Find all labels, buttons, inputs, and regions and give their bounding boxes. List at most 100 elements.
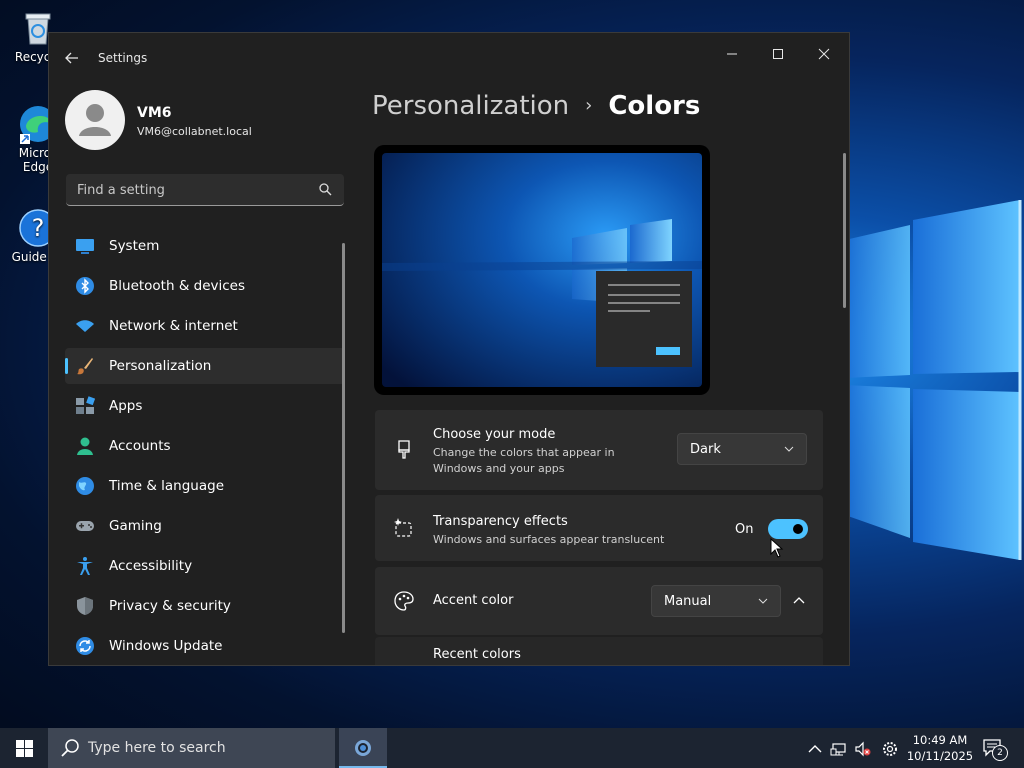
sidebar-item-label: Accessibility [109, 558, 193, 574]
title-bar[interactable]: Settings [49, 33, 849, 83]
sidebar-item-accessibility[interactable]: Accessibility [65, 548, 345, 584]
maximize-icon [773, 49, 783, 59]
sidebar-item-label: Privacy & security [109, 598, 231, 614]
accounts-icon [77, 437, 93, 455]
accent-dropdown-value: Manual [664, 594, 712, 609]
sidebar-item-bluetooth[interactable]: Bluetooth & devices [65, 268, 345, 304]
page-title: Colors [608, 91, 701, 121]
mode-title: Choose your mode [433, 427, 556, 442]
recent-colors-section: Recent colors [375, 637, 823, 665]
search-icon [61, 739, 79, 757]
chevron-down-icon [784, 446, 794, 452]
sidebar-scrollbar[interactable] [342, 243, 345, 633]
taskbar-settings-app[interactable] [339, 728, 387, 768]
sidebar-item-label: Apps [109, 398, 143, 414]
sidebar-item-accounts[interactable]: Accounts [65, 428, 345, 464]
taskbar-search-placeholder: Type here to search [88, 740, 226, 756]
sidebar-item-network[interactable]: Network & internet [65, 308, 345, 344]
content-scrollbar[interactable] [843, 153, 846, 308]
accent-dropdown[interactable]: Manual [651, 585, 781, 617]
sidebar-item-windows-update[interactable]: Windows Update [65, 628, 345, 664]
transparency-state-label: On [735, 522, 754, 537]
notification-count-badge: 2 [992, 745, 1008, 761]
sidebar-item-label: Personalization [109, 358, 212, 374]
recent-colors-label: Recent colors [433, 647, 521, 662]
clock-date: 10/11/2025 [906, 749, 974, 763]
settings-gear-icon [355, 740, 371, 756]
user-email: VM6@collabnet.local [137, 125, 252, 138]
user-name: VM6 [137, 105, 172, 121]
sidebar-item-label: Accounts [109, 438, 171, 454]
avatar[interactable] [65, 90, 125, 150]
mouse-cursor-icon [770, 538, 784, 558]
app-title: Settings [98, 51, 148, 65]
toggle-knob [793, 524, 803, 534]
sidebar-item-label: Gaming [109, 518, 162, 534]
svg-text:?: ? [32, 214, 45, 242]
mode-subtitle: Change the colors that appear in [433, 446, 615, 459]
transparency-toggle[interactable] [768, 519, 808, 539]
taskbar: Type here to search 10:49 AM 10/11/2025 … [0, 728, 1024, 768]
sidebar-item-personalization[interactable]: Personalization [65, 348, 345, 384]
wallpaper-windows-logo [845, 200, 1022, 560]
windows-logo-icon [16, 740, 33, 757]
gear-icon[interactable] [881, 740, 899, 758]
start-button[interactable] [0, 728, 48, 768]
mode-dropdown-value: Dark [690, 442, 721, 457]
chevron-right-icon: › [585, 95, 593, 116]
settings-window: Settings VM6 VM6@collabnet.local System [48, 32, 850, 666]
sidebar-item-time-language[interactable]: Time & language [65, 468, 345, 504]
theme-preview [374, 145, 710, 395]
close-button[interactable] [802, 39, 848, 69]
sidebar-item-label: Bluetooth & devices [109, 278, 246, 294]
breadcrumb-parent[interactable]: Personalization [372, 91, 569, 121]
brush-icon [77, 358, 93, 375]
apps-icon [76, 396, 95, 414]
mode-subtitle: Windows and your apps [433, 462, 565, 475]
wifi-icon [76, 320, 94, 332]
arrow-left-icon [65, 52, 78, 64]
palette-icon [394, 591, 414, 611]
transparency-subtitle: Windows and surfaces appear translucent [433, 533, 665, 546]
update-icon [76, 637, 94, 655]
taskbar-clock[interactable]: 10:49 AM 10/11/2025 [905, 732, 975, 764]
sidebar-item-apps[interactable]: Apps [65, 388, 345, 424]
sidebar-item-system[interactable]: System [65, 228, 345, 264]
taskbar-search-box[interactable]: Type here to search [48, 728, 335, 768]
sidebar-item-label: Windows Update [109, 638, 223, 654]
sidebar-item-label: Time & language [109, 478, 225, 494]
notification-button[interactable]: 2 [980, 736, 1010, 762]
close-icon [818, 48, 830, 60]
transparency-card: Transparency effects Windows and surface… [375, 495, 823, 561]
accessibility-icon [77, 557, 93, 575]
transparency-title: Transparency effects [433, 514, 568, 529]
sidebar-item-label: Network & internet [109, 318, 238, 334]
paint-brush-icon [398, 440, 410, 459]
sidebar-item-privacy-security[interactable]: Privacy & security [65, 588, 345, 624]
minimize-button[interactable] [710, 39, 756, 69]
search-icon [319, 183, 332, 196]
accent-color-card[interactable]: Accent color Manual [375, 567, 823, 635]
bluetooth-icon [76, 277, 94, 295]
network-icon[interactable] [830, 740, 848, 758]
mode-card: Choose your mode Change the colors that … [375, 410, 823, 490]
preview-wallpaper-image [382, 153, 702, 387]
speaker-muted-icon[interactable] [854, 740, 872, 758]
accent-title: Accent color [433, 593, 514, 608]
sidebar-nav: System Bluetooth & devices Network & int… [65, 228, 345, 665]
find-setting-box[interactable] [66, 174, 344, 206]
clock-time: 10:49 AM [912, 733, 968, 747]
chevron-up-icon[interactable] [793, 596, 805, 604]
sidebar-item-gaming[interactable]: Gaming [65, 508, 345, 544]
chevron-down-icon [758, 598, 768, 604]
chevron-up-icon[interactable] [806, 740, 824, 758]
sidebar-item-label: System [109, 238, 160, 254]
mode-dropdown[interactable]: Dark [677, 433, 807, 465]
globe-icon [76, 477, 94, 495]
back-button[interactable] [61, 47, 83, 69]
shield-icon [77, 597, 93, 615]
minimize-icon [727, 53, 737, 55]
search-input[interactable] [75, 174, 314, 206]
gamepad-icon [76, 521, 94, 531]
maximize-button[interactable] [756, 39, 802, 69]
